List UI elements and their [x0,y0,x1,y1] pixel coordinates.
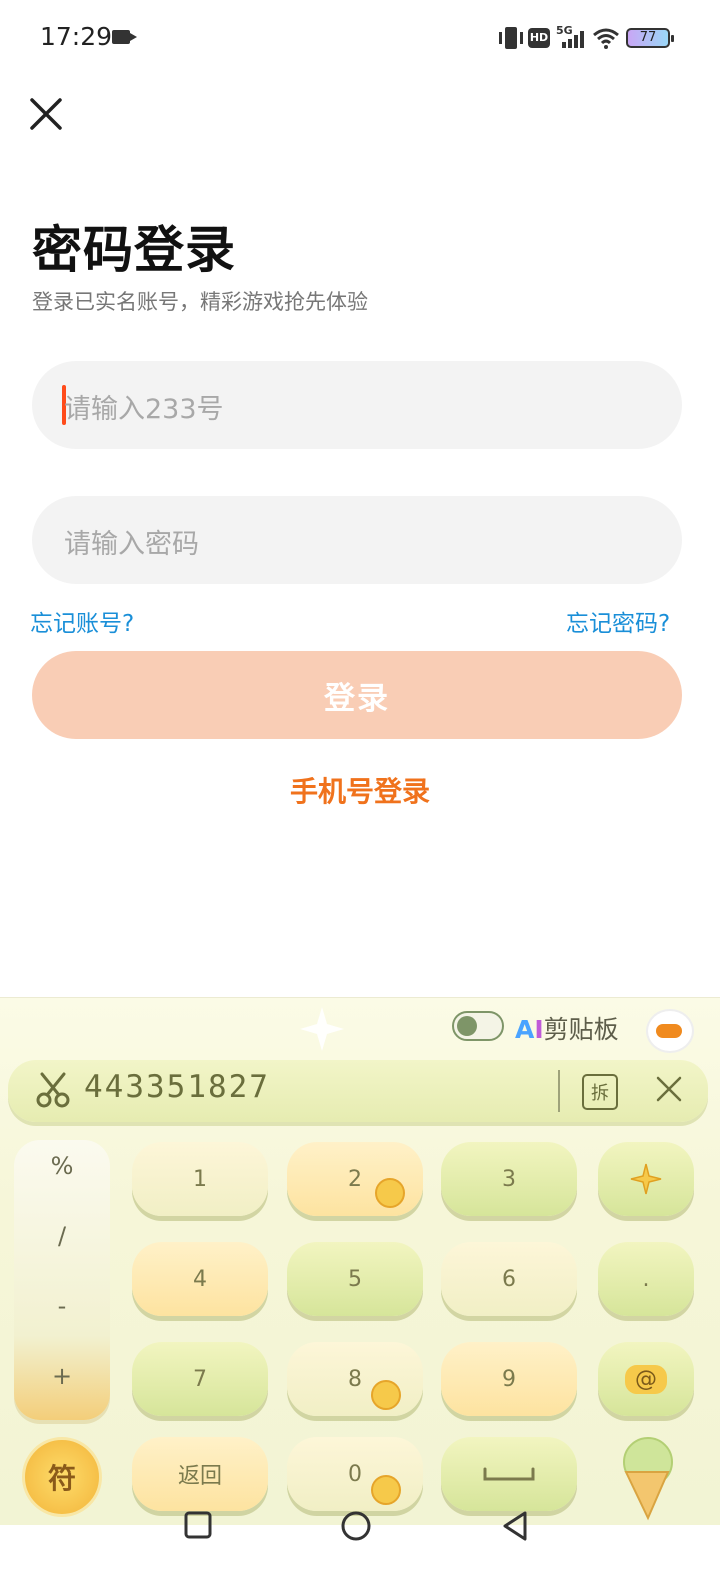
key-3[interactable]: 3 [441,1142,577,1216]
key-4[interactable]: 4 [132,1242,268,1316]
tiger-mascot-icon[interactable] [646,1009,694,1053]
candidate-divider [558,1070,560,1112]
ai-clipboard-label[interactable]: AI剪贴板 [515,1010,619,1046]
symbol-key-slash[interactable]: / [14,1222,110,1250]
ice-cream-icon[interactable] [602,1432,692,1522]
key-2[interactable]: 2 [287,1142,423,1216]
hd-icon: HD [528,28,550,48]
split-button[interactable]: 拆 [582,1074,618,1110]
symbol-switch-key[interactable]: 符 [22,1437,102,1517]
video-record-icon [112,30,137,44]
lemon-slice-icon [375,1178,405,1208]
page-title: 密码登录 [32,221,236,279]
key-5[interactable]: 5 [287,1242,423,1316]
status-time: 17:29 [40,22,113,51]
battery-level: 77 [639,30,657,45]
recent-apps-icon[interactable] [184,1510,212,1540]
close-icon[interactable] [26,94,66,134]
key-8[interactable]: 8 [287,1342,423,1416]
battery-icon: 77 [626,28,674,48]
return-key[interactable]: 返回 [132,1437,268,1511]
phone-login-link[interactable]: 手机号登录 [0,770,720,810]
back-icon[interactable] [500,1510,530,1542]
space-icon [483,1467,535,1481]
forgot-account-link[interactable]: 忘记账号? [30,604,134,638]
wifi-icon [593,28,619,49]
key-9[interactable]: 9 [441,1342,577,1416]
key-dot[interactable]: . [598,1242,694,1316]
ai-clipboard-toggle[interactable] [452,1011,504,1041]
space-key[interactable] [441,1437,577,1511]
symbol-key-plus[interactable]: + [14,1362,110,1390]
symbol-key-minus[interactable]: - [14,1292,110,1320]
key-6[interactable]: 6 [441,1242,577,1316]
symbol-key-percent[interactable]: % [14,1152,110,1180]
sparkle-decoration-icon [300,1007,344,1051]
candidate-text[interactable]: 443351827 [84,1069,270,1105]
scissors-icon[interactable] [34,1070,74,1110]
key-at[interactable]: @ [598,1342,694,1416]
close-candidate-icon[interactable] [654,1074,684,1104]
lemon-icon [371,1380,401,1410]
emoji-key[interactable] [598,1142,694,1216]
key-7[interactable]: 7 [132,1342,268,1416]
lemon-icon [371,1475,401,1505]
sparkle-icon [630,1163,662,1195]
account-input[interactable]: 请输入233号 [32,361,682,449]
home-icon[interactable] [340,1510,372,1542]
password-placeholder: 请输入密码 [64,529,199,560]
password-input[interactable]: 请输入密码 [32,496,682,584]
vibrate-icon [499,27,523,49]
login-button[interactable]: 登录 [32,651,682,739]
forgot-password-link[interactable]: 忘记密码? [566,604,670,638]
key-0[interactable]: 0 [287,1437,423,1511]
key-1[interactable]: 1 [132,1142,268,1216]
account-placeholder: 请输入233号 [64,394,224,425]
page-subtitle: 登录已实名账号，精彩游戏抢先体验 [32,290,368,314]
5g-signal-icon [562,31,584,48]
